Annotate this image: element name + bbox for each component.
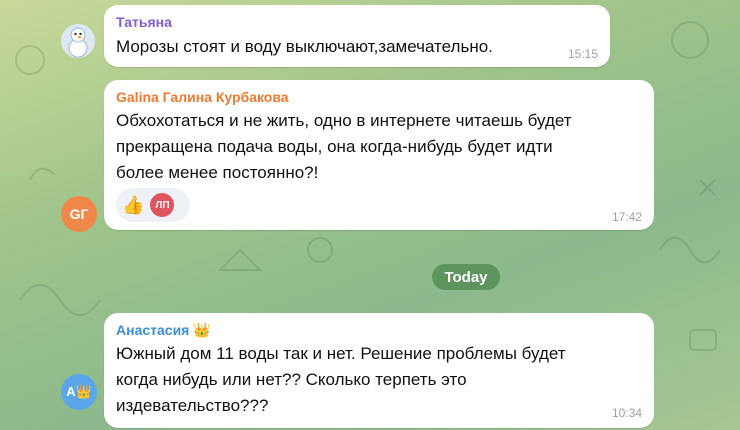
avatar-tatiana[interactable] [61,24,95,58]
message-text-line: Южный дом 11 воды так и нет. Решение про… [116,344,566,363]
message-text-line: издевательство??? [116,396,269,415]
message-author[interactable]: Анастасия 👑 [116,322,211,339]
reactor-avatar: ЛП [150,193,175,217]
message-time: 15:15 [567,47,598,61]
message-bubble-1[interactable]: Татьяна Морозы стоят и воду выключают,за… [104,5,610,67]
message-time: 17:42 [611,210,642,224]
avatar-initials: GГ [69,206,89,222]
message-text-line: когда нибудь или нет?? Сколько терпеть э… [116,370,467,389]
date-separator-label: Today [444,268,488,286]
message-text-line: Морозы стоят и воду выключают,замечатель… [116,37,493,56]
thumbs-up-icon: 👍 [122,194,145,215]
message-text-line: более менее постоянно?! [116,163,319,182]
message-text-line: Обхохотаться и не жить, одно в интернете… [116,111,572,130]
date-separator: Today [432,264,500,290]
avatar-galina[interactable]: GГ [61,196,97,232]
message-author[interactable]: Татьяна [116,14,172,30]
message-time: 10:34 [611,406,642,420]
message-bubble-3[interactable]: Анастасия 👑 Южный дом 11 воды так и нет.… [104,313,654,428]
reaction-pill[interactable]: 👍 ЛП [116,188,190,222]
avatar-anastasia[interactable]: А👑 [61,374,97,410]
message-text-line: прекращена подача воды, она когда-нибудь… [116,137,553,156]
avatar-initials: А👑 [66,384,92,399]
snowman-avatar-icon [68,27,88,58]
message-author[interactable]: Galina Галина Курбакова [116,89,289,105]
